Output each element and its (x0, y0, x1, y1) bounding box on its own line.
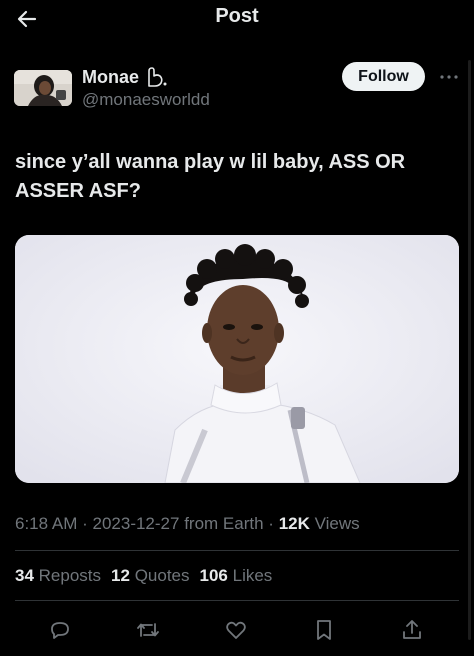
like-button[interactable] (222, 616, 250, 644)
post-date[interactable]: 2023-12-27 (93, 514, 180, 533)
post-source: from Earth (184, 514, 264, 533)
follow-button[interactable]: Follow (342, 62, 425, 91)
reposts-count: 34 (15, 566, 34, 585)
meta-separator: · (268, 514, 279, 533)
views-count: 12K (278, 514, 310, 533)
avatar[interactable] (14, 70, 72, 106)
quotes-stat[interactable]: 12 Quotes (111, 566, 189, 586)
divider (15, 550, 459, 551)
reposts-label: Reposts (38, 566, 102, 585)
share-icon (403, 620, 421, 639)
likes-label: Likes (232, 566, 273, 585)
top-bar: Post (0, 0, 474, 40)
post-text: since y’all wanna play w lil baby, ASS O… (15, 151, 406, 202)
more-options-button[interactable] (436, 66, 462, 88)
likes-count: 106 (199, 566, 228, 585)
likes-stat[interactable]: 106 Likes (200, 566, 273, 586)
scrollbar[interactable] (468, 60, 471, 640)
hand-emoji-icon (144, 66, 168, 88)
repost-button[interactable] (134, 616, 162, 644)
bookmark-icon (317, 620, 331, 640)
views-label: Views (314, 514, 360, 533)
quotes-label: Quotes (134, 566, 190, 585)
post-stats: 34 Reposts 12 Quotes 106 Likes (15, 566, 272, 586)
divider (15, 600, 459, 601)
reposts-stat[interactable]: 34 Reposts (15, 566, 101, 586)
meta-separator: · (82, 514, 93, 533)
quotes-count: 12 (111, 566, 130, 585)
page-title: Post (215, 5, 259, 27)
bookmark-button[interactable] (310, 616, 338, 644)
display-name[interactable]: Monae (82, 67, 139, 88)
reply-icon (51, 622, 69, 639)
reply-button[interactable] (46, 616, 74, 644)
post-image[interactable] (15, 235, 459, 483)
share-button[interactable] (398, 616, 426, 644)
repost-icon (137, 623, 159, 637)
post-time[interactable]: 6:18 AM (15, 514, 77, 533)
display-name-row[interactable]: Monae (82, 66, 168, 88)
action-bar (0, 612, 474, 646)
heart-icon (226, 621, 246, 639)
user-handle[interactable]: @monaesworldd (82, 90, 210, 110)
post-meta: 6:18 AM · 2023-12-27 from Earth · 12K Vi… (15, 514, 360, 534)
more-dots-icon (440, 75, 458, 79)
